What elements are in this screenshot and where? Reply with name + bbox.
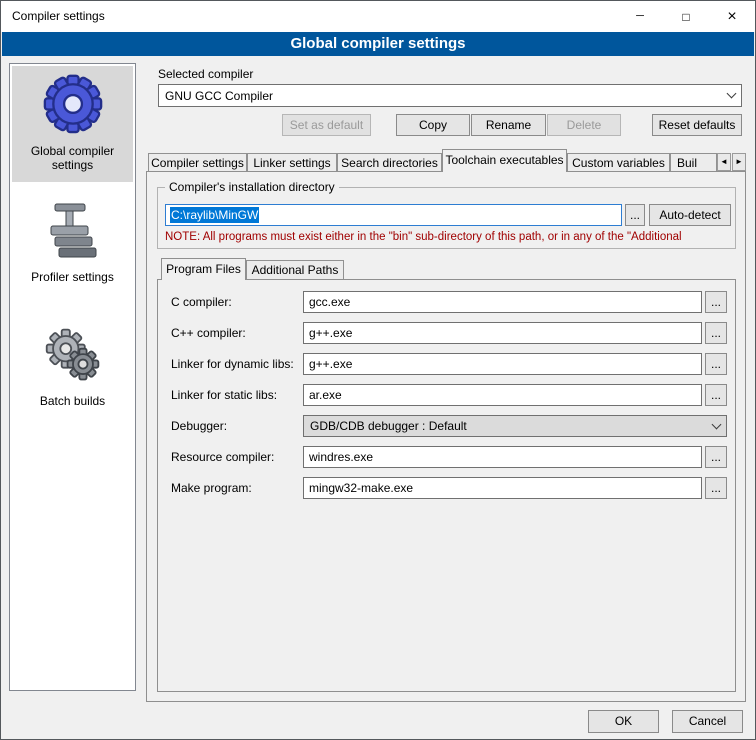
auto-detect-button[interactable]: Auto-detect xyxy=(649,204,731,226)
tab-build-truncated[interactable]: Buil xyxy=(670,153,717,171)
minimize-icon: ─ xyxy=(636,11,644,22)
tab-scroll-left-button[interactable]: ◄ xyxy=(717,153,731,171)
sidebar-item-global-compiler-settings[interactable]: Global compiler settings xyxy=(12,66,133,182)
c-compiler-browse-button[interactable]: ... xyxy=(705,291,727,313)
resource-compiler-label: Resource compiler: xyxy=(171,450,274,464)
gray-gears-icon xyxy=(44,326,102,384)
tab-search-directories[interactable]: Search directories xyxy=(337,153,442,171)
subtab-additional-paths[interactable]: Additional Paths xyxy=(246,260,344,279)
delete-button[interactable]: Delete xyxy=(547,114,621,136)
maximize-button[interactable]: □ xyxy=(663,1,709,32)
install-dir-value: C:\raylib\MinGW xyxy=(170,207,259,223)
chevron-down-icon xyxy=(721,85,741,106)
sidebar-item-label: Batch builds xyxy=(40,394,105,408)
linker-dynamic-browse-button[interactable]: ... xyxy=(705,353,727,375)
arrow-right-icon: ► xyxy=(735,157,743,166)
compiler-settings-window: Compiler settings ─ □ × Global compiler … xyxy=(0,0,756,740)
install-dir-note: NOTE: All programs must exist either in … xyxy=(165,231,733,243)
c-compiler-input[interactable] xyxy=(303,291,702,313)
selected-compiler-dropdown[interactable]: GNU GCC Compiler xyxy=(158,84,742,107)
cpp-compiler-browse-button[interactable]: ... xyxy=(705,322,727,344)
tab-custom-variables[interactable]: Custom variables xyxy=(567,153,670,171)
linker-static-label: Linker for static libs: xyxy=(171,388,277,402)
resource-compiler-browse-button[interactable]: ... xyxy=(705,446,727,468)
make-program-input[interactable] xyxy=(303,477,702,499)
sidebar-item-label: Profiler settings xyxy=(31,270,114,284)
cpp-compiler-label: C++ compiler: xyxy=(171,326,246,340)
subtab-program-files[interactable]: Program Files xyxy=(161,258,246,280)
dialog-header: Global compiler settings xyxy=(2,32,754,56)
chevron-down-icon xyxy=(706,416,726,436)
maximize-icon: □ xyxy=(682,11,689,23)
ok-button[interactable]: OK xyxy=(588,710,659,733)
titlebar[interactable]: Compiler settings ─ □ × xyxy=(1,1,755,32)
window-controls: ─ □ × xyxy=(617,1,755,32)
rename-button[interactable]: Rename xyxy=(471,114,546,136)
selected-compiler-value: GNU GCC Compiler xyxy=(159,89,721,103)
debugger-label: Debugger: xyxy=(171,419,227,433)
set-as-default-button[interactable]: Set as default xyxy=(282,114,371,136)
linker-static-browse-button[interactable]: ... xyxy=(705,384,727,406)
copy-button[interactable]: Copy xyxy=(396,114,470,136)
sidebar-item-profiler-settings[interactable]: Profiler settings xyxy=(12,196,133,294)
debugger-value: GDB/CDB debugger : Default xyxy=(304,419,706,433)
profiler-clamp-icon xyxy=(46,202,100,260)
arrow-left-icon: ◄ xyxy=(720,157,728,166)
linker-static-input[interactable] xyxy=(303,384,702,406)
sidebar-item-batch-builds[interactable]: Batch builds xyxy=(12,320,133,418)
gear-icon xyxy=(43,72,103,134)
sidebar-item-label: Global compiler settings xyxy=(15,144,130,172)
tab-compiler-settings[interactable]: Compiler settings xyxy=(148,153,247,171)
make-program-label: Make program: xyxy=(171,481,252,495)
settings-sidebar: Global compiler settings Profiler settin… xyxy=(9,63,136,691)
install-dir-input[interactable]: C:\raylib\MinGW xyxy=(165,204,622,226)
make-program-browse-button[interactable]: ... xyxy=(705,477,727,499)
tab-scroll-right-button[interactable]: ► xyxy=(732,153,746,171)
resource-compiler-input[interactable] xyxy=(303,446,702,468)
cancel-button[interactable]: Cancel xyxy=(672,710,743,733)
minimize-button[interactable]: ─ xyxy=(617,1,663,32)
linker-dynamic-input[interactable] xyxy=(303,353,702,375)
tab-toolchain-executables[interactable]: Toolchain executables xyxy=(442,149,567,172)
close-button[interactable]: × xyxy=(709,1,755,32)
installation-directory-group-label: Compiler's installation directory xyxy=(165,180,339,194)
close-icon: × xyxy=(727,9,736,25)
c-compiler-label: C compiler: xyxy=(171,295,232,309)
window-title: Compiler settings xyxy=(12,9,105,23)
cpp-compiler-input[interactable] xyxy=(303,322,702,344)
install-dir-browse-button[interactable]: ... xyxy=(625,204,645,226)
tab-linker-settings[interactable]: Linker settings xyxy=(247,153,337,171)
reset-defaults-button[interactable]: Reset defaults xyxy=(652,114,742,136)
debugger-dropdown[interactable]: GDB/CDB debugger : Default xyxy=(303,415,727,437)
linker-dynamic-label: Linker for dynamic libs: xyxy=(171,357,294,371)
selected-compiler-label: Selected compiler xyxy=(158,67,253,81)
